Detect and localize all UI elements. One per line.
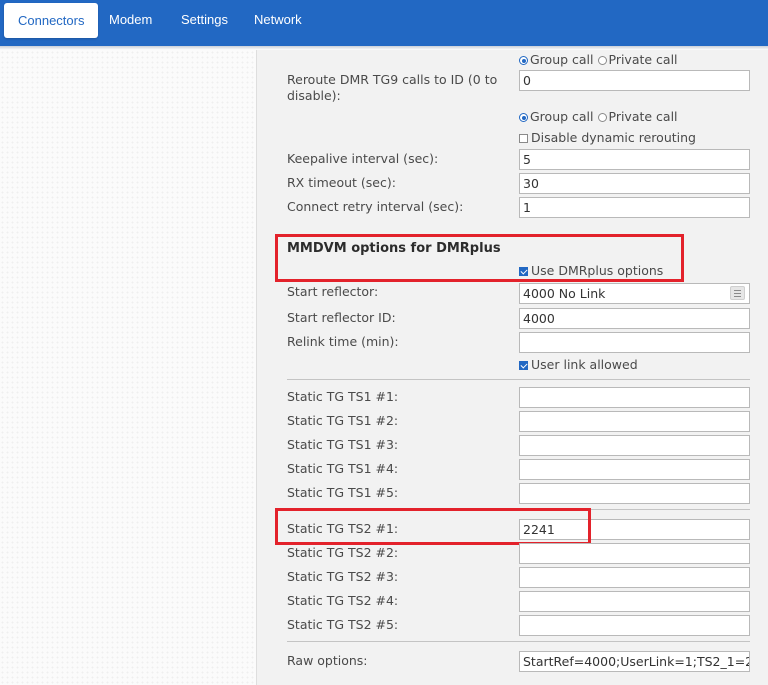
disable-dynamic-rerouting-label: Disable dynamic rerouting <box>531 130 696 145</box>
call-type-group-1: Group call Private call <box>519 52 678 68</box>
connect-retry-label: Connect retry interval (sec): <box>287 199 464 214</box>
static-tg-ts2-5-input[interactable] <box>519 615 750 636</box>
private-call-label: Private call <box>608 52 678 67</box>
radio-selected-icon <box>519 113 528 122</box>
divider <box>287 379 750 380</box>
radio-empty-icon <box>597 113 607 122</box>
static-tg-ts1-1-label: Static TG TS1 #1: <box>287 389 399 404</box>
keepalive-label: Keepalive interval (sec): <box>287 151 439 166</box>
static-tg-ts1-3-input[interactable] <box>519 435 750 456</box>
relink-time-label: Relink time (min): <box>287 334 399 349</box>
static-tg-ts2-2-input[interactable] <box>519 543 750 564</box>
static-tg-ts1-4-label: Static TG TS1 #4: <box>287 461 399 476</box>
static-tg-ts2-4-input[interactable] <box>519 591 750 612</box>
call-type-group-2: Group call Private call <box>519 109 678 125</box>
radio-selected-icon <box>519 56 528 65</box>
group-call-radio-2[interactable]: Group call <box>519 109 594 124</box>
raw-options-input[interactable]: StartRef=4000;UserLink=1;TS2_1=2241 <box>519 651 750 672</box>
rx-timeout-label: RX timeout (sec): <box>287 175 396 190</box>
start-reflector-label: Start reflector: <box>287 284 379 299</box>
static-tg-ts2-5-label: Static TG TS2 #5: <box>287 617 399 632</box>
tab-network[interactable]: Network <box>254 0 302 40</box>
private-call-label: Private call <box>608 109 678 124</box>
relink-time-input[interactable] <box>519 332 750 353</box>
static-tg-ts1-1-input[interactable] <box>519 387 750 408</box>
raw-options-label: Raw options: <box>287 653 368 668</box>
divider <box>287 641 750 642</box>
static-tg-ts1-4-input[interactable] <box>519 459 750 480</box>
start-reflector-value: 4000 No Link <box>523 286 606 301</box>
highlight-box-dmrplus <box>275 234 684 282</box>
connect-retry-input[interactable]: 1 <box>519 197 750 218</box>
rx-timeout-input[interactable]: 30 <box>519 173 750 194</box>
start-reflector-id-label: Start reflector ID: <box>287 310 396 325</box>
static-tg-ts1-2-input[interactable] <box>519 411 750 432</box>
highlight-box-ts2 <box>275 508 591 545</box>
user-link-allowed-checkbox[interactable]: User link allowed <box>519 357 638 373</box>
disable-dynamic-rerouting-checkbox[interactable]: Disable dynamic rerouting <box>519 130 696 146</box>
keepalive-input[interactable]: 5 <box>519 149 750 170</box>
radio-empty-icon <box>597 56 607 65</box>
private-call-radio-1[interactable]: Private call <box>597 52 678 67</box>
user-link-allowed-label: User link allowed <box>531 357 638 372</box>
tab-connectors[interactable]: Connectors <box>4 3 99 38</box>
static-tg-ts2-3-input[interactable] <box>519 567 750 588</box>
static-tg-ts1-3-label: Static TG TS1 #3: <box>287 437 399 452</box>
static-tg-ts1-5-input[interactable] <box>519 483 750 504</box>
static-tg-ts1-5-label: Static TG TS1 #5: <box>287 485 399 500</box>
top-nav-bar: Connectors Modem Settings Network <box>0 0 768 46</box>
reroute-tg9-label: Reroute DMR TG9 calls to ID (0 to disabl… <box>287 72 498 103</box>
group-call-label: Group call <box>530 109 594 124</box>
group-call-radio-1[interactable]: Group call <box>519 52 594 67</box>
static-tg-ts1-2-label: Static TG TS1 #2: <box>287 413 399 428</box>
checkbox-checked-icon <box>519 361 528 370</box>
start-reflector-select[interactable]: 4000 No Link <box>519 283 750 304</box>
group-call-label: Group call <box>530 52 594 67</box>
checkbox-empty-icon <box>519 134 528 143</box>
list-icon[interactable] <box>730 286 745 300</box>
tab-modem[interactable]: Modem <box>109 0 152 40</box>
static-tg-ts2-2-label: Static TG TS2 #2: <box>287 545 399 560</box>
static-tg-ts2-3-label: Static TG TS2 #3: <box>287 569 399 584</box>
left-pane <box>0 50 256 685</box>
static-tg-ts2-4-label: Static TG TS2 #4: <box>287 593 399 608</box>
start-reflector-id-input[interactable]: 4000 <box>519 308 750 329</box>
reroute-tg9-input[interactable]: 0 <box>519 70 750 91</box>
tab-settings[interactable]: Settings <box>181 0 228 40</box>
private-call-radio-2[interactable]: Private call <box>597 109 678 124</box>
